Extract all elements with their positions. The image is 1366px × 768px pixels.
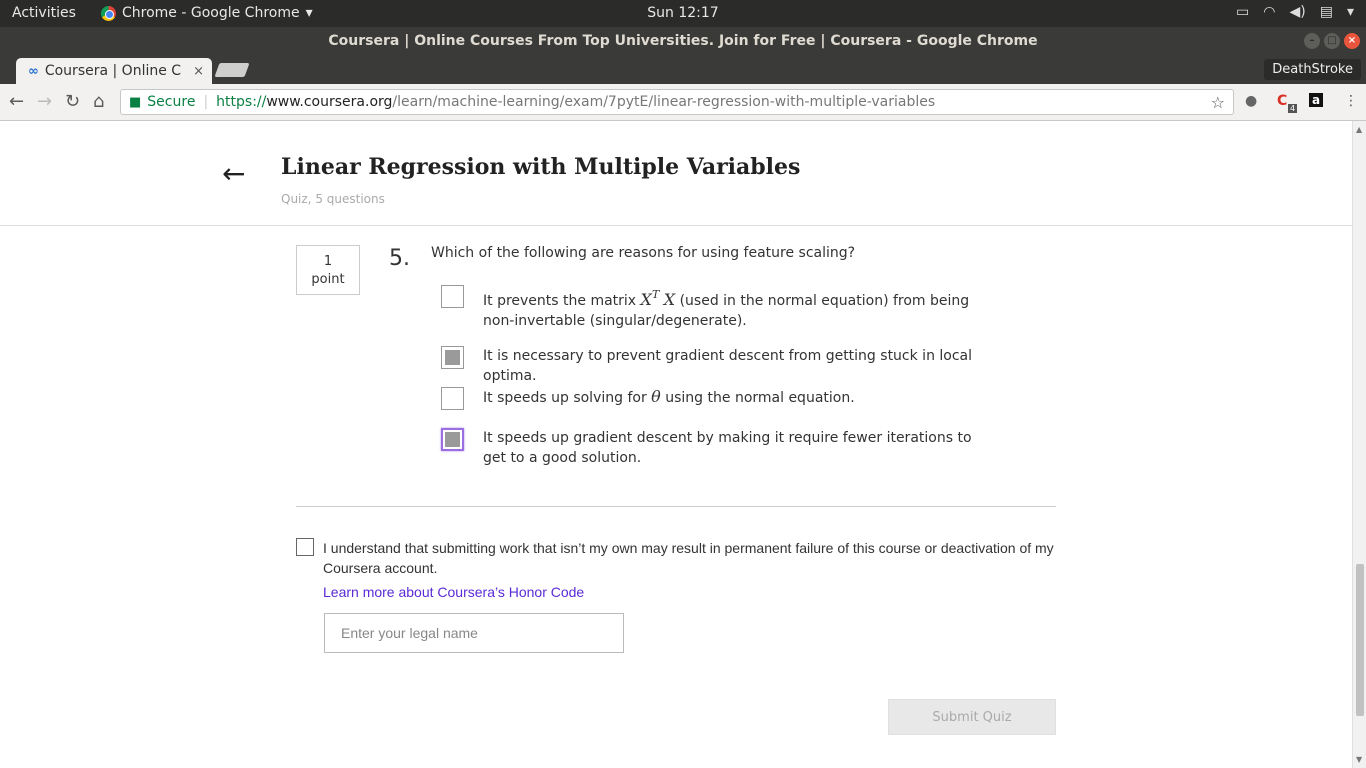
option-4-checkbox[interactable] [441,428,464,451]
back-arrow-icon[interactable]: ← [222,157,245,190]
tab-strip: ∞ Coursera | Online C × [0,55,1366,84]
option-2[interactable]: It is necessary to prevent gradient desc… [441,346,1011,386]
option-2-checkbox[interactable] [441,346,464,369]
volume-icon: ◀) [1289,4,1306,20]
close-window-button[interactable]: × [1344,33,1360,49]
new-tab-button[interactable] [214,63,250,77]
activities-button[interactable]: Activities [12,5,76,21]
bookmark-star-icon[interactable]: ☆ [1211,93,1225,112]
page-scrollbar[interactable]: ▲ ▼ [1352,121,1366,768]
option-4-label: It speeds up gradient descent by making … [483,430,972,466]
app-menu-label: Chrome - Google Chrome [122,5,300,21]
page-title: Linear Regression with Multiple Variable… [281,154,801,180]
points-label: point [311,272,345,287]
extension-c-icon[interactable]: C [1277,93,1287,109]
option-3-text-end: using the normal equation. [660,390,855,406]
chevron-down-icon: ▾ [1346,4,1354,20]
option-2-label: It is necessary to prevent gradient desc… [483,348,973,384]
clipboard-icon: ▤ [1319,4,1333,20]
lock-icon: ■ [129,94,142,110]
url-path: /learn/machine-learning/exam/7pytE/linea… [392,94,936,110]
reload-icon[interactable]: ↻ [65,91,80,112]
tab-title: Coursera | Online C [44,63,182,79]
option-1[interactable]: It prevents the matrix XT X (used in the… [441,285,1011,331]
forward-arrow-icon[interactable]: → [37,91,52,112]
page-content: ← Linear Regression with Multiple Variab… [0,121,1352,768]
scroll-up-icon[interactable]: ▲ [1356,125,1362,134]
menu-kebab-icon[interactable]: ⋮ [1344,93,1358,109]
tab-coursera[interactable]: ∞ Coursera | Online C × [16,58,212,84]
points-box: 1 point [296,245,360,295]
divider [296,506,1056,507]
points-value: 1 [323,254,333,269]
option-1-label: It prevents the matrix XT X (used in the… [483,285,993,331]
submit-quiz-button[interactable]: Submit Quiz [888,699,1056,735]
maximize-button[interactable]: □ [1324,33,1340,49]
app-menu[interactable]: Chrome - Google Chrome ▾ [101,5,313,21]
omnibox-separator: | [203,94,209,110]
url-scheme: https:// [216,94,267,110]
display-icon: ▭ [1236,4,1250,20]
math-x1: X [640,290,652,309]
system-tray[interactable]: ▭ ◠ ◀) ▤ ▾ [1236,4,1354,20]
window-title: Coursera | Online Courses From Top Unive… [328,33,1038,49]
quiz-header: ← Linear Regression with Multiple Variab… [0,121,1352,226]
secure-label: Secure [147,94,196,110]
system-top-bar: Activities Chrome - Google Chrome ▾ Sun … [0,0,1366,27]
extension-bulb-icon[interactable]: ● [1245,93,1257,109]
question-text: Which of the following are reasons for u… [431,245,856,261]
math-theta: θ [651,387,661,406]
address-bar[interactable]: ■ Secure | https://www.coursera.org/lear… [120,89,1234,115]
amazon-extension-icon[interactable]: a [1309,93,1324,107]
profile-button[interactable]: DeathStroke [1264,59,1361,80]
coursera-favicon-icon: ∞ [28,63,39,79]
window-title-bar: Coursera | Online Courses From Top Unive… [0,27,1366,55]
scroll-down-icon[interactable]: ▼ [1356,755,1362,764]
browser-toolbar: ← → ↻ ⌂ ■ Secure | https://www.coursera.… [0,84,1366,121]
honor-code-link[interactable]: Learn more about Coursera’s Honor Code [323,584,584,600]
option-1-checkbox[interactable] [441,285,464,308]
url-host: www.coursera.org [266,94,393,110]
quiz-subtitle: Quiz, 5 questions [281,192,385,206]
caret-down-icon: ▾ [305,5,313,21]
option-1-text-start: It prevents the matrix [483,293,641,309]
legal-name-input[interactable] [324,613,624,653]
honor-code-statement: I understand that submitting work that i… [323,540,1054,576]
option-3-label: It speeds up solving for θ using the nor… [483,387,993,408]
minimize-button[interactable]: – [1304,33,1320,49]
question-number: 5. [389,246,410,271]
option-3-text-start: It speeds up solving for [483,390,652,406]
extension-badge: 4 [1288,104,1298,113]
home-icon[interactable]: ⌂ [93,91,104,112]
option-3[interactable]: It speeds up solving for θ using the nor… [441,387,1011,410]
honor-code-checkbox[interactable] [296,538,314,556]
scrollbar-thumb[interactable] [1356,564,1364,716]
math-x2: X [663,290,676,309]
option-3-checkbox[interactable] [441,387,464,410]
back-arrow-icon[interactable]: ← [9,91,24,112]
chrome-icon [101,5,116,21]
wifi-icon: ◠ [1263,4,1276,20]
option-4[interactable]: It speeds up gradient descent by making … [441,428,1011,468]
tab-close-icon[interactable]: × [193,64,204,79]
math-transpose: T [651,288,660,301]
